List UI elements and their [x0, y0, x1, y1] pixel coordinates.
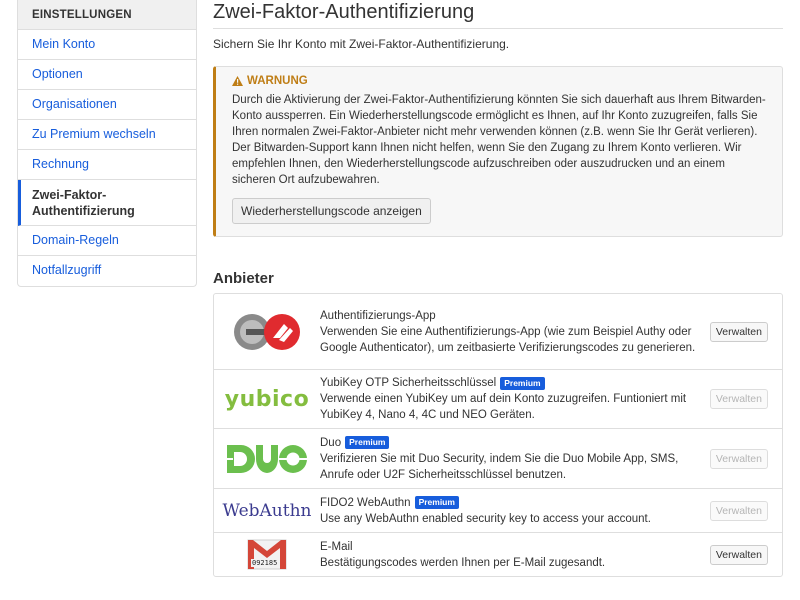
- sidebar-item-my-account[interactable]: Mein Konto: [18, 30, 196, 60]
- duo-logo: [214, 444, 320, 473]
- premium-badge: Premium: [345, 436, 390, 449]
- sidebar-item-domain-rules[interactable]: Domain-Regeln: [18, 226, 196, 256]
- provider-name: YubiKey OTP Sicherheitsschlüssel: [320, 377, 497, 389]
- provider-info: YubiKey OTP Sicherheitsschlüssel Premium…: [320, 375, 710, 423]
- provider-name: Duo: [320, 436, 342, 449]
- provider-description: Verwende einen YubiKey um auf dein Konto…: [320, 393, 687, 421]
- provider-yubikey: yubico YubiKey OTP Sicherheitsschlüssel …: [214, 370, 782, 429]
- authenticator-logo: [214, 312, 320, 352]
- provider-description: Bestätigungscodes werden Ihnen per E-Mai…: [320, 556, 606, 569]
- sidebar-header: EINSTELLUNGEN: [18, 0, 196, 30]
- provider-info: Duo Premium Verifizieren Sie mit Duo Sec…: [320, 435, 710, 483]
- providers-title: Anbieter: [213, 270, 274, 287]
- sidebar-item-options[interactable]: Optionen: [18, 60, 196, 90]
- manage-email-button[interactable]: Verwalten: [709, 544, 768, 565]
- manage-webauthn-button[interactable]: Verwalten: [709, 500, 768, 521]
- provider-duo: Duo Premium Verifizieren Sie mit Duo Sec…: [214, 429, 782, 489]
- provider-authenticator: Authentifizierungs-App Verwenden Sie ein…: [214, 294, 782, 370]
- authenticator-app-icon: [234, 313, 300, 350]
- provider-description: Use any WebAuthn enabled security key to…: [320, 512, 651, 525]
- provider-description: Verifizieren Sie mit Duo Security, indem…: [320, 452, 679, 481]
- duo-logo-icon: [227, 444, 307, 473]
- email-code-text: 092185: [251, 559, 279, 567]
- warning-body: Durch die Aktivierung der Zwei-Faktor-Au…: [232, 94, 766, 186]
- sidebar-item-billing[interactable]: Rechnung: [18, 150, 196, 180]
- webauthn-logo-text: WebAuthn: [222, 500, 312, 521]
- provider-name: FIDO2 WebAuthn: [320, 496, 411, 509]
- manage-duo-button[interactable]: Verwalten: [709, 448, 768, 469]
- warning-title: WARNUNG: [232, 75, 767, 87]
- yubico-logo: yubico: [214, 387, 320, 412]
- provider-description: Verwenden Sie eine Authentifizierungs-Ap…: [320, 325, 696, 354]
- warning-callout: WARNUNG Durch die Aktivierung der Zwei-F…: [213, 66, 783, 237]
- sidebar-item-organizations[interactable]: Organisationen: [18, 90, 196, 120]
- settings-sidebar: EINSTELLUNGEN Mein Konto Optionen Organi…: [17, 0, 197, 287]
- page-title: Zwei-Faktor-Authentifizierung: [213, 0, 783, 29]
- main-content: Zwei-Faktor-Authentifizierung Sichern Si…: [213, 0, 783, 577]
- manage-yubikey-button[interactable]: Verwalten: [709, 389, 768, 409]
- provider-webauthn: WebAuthn FIDO2 WebAuthn Premium Use any …: [214, 489, 782, 533]
- premium-badge: Premium: [500, 376, 545, 390]
- sidebar-item-premium[interactable]: Zu Premium wechseln: [18, 120, 196, 150]
- view-recovery-code-button[interactable]: Wiederherstellungscode anzeigen: [232, 198, 431, 224]
- sidebar-item-emergency-access[interactable]: Notfallzugriff: [18, 256, 196, 286]
- warning-triangle-icon: [232, 76, 243, 86]
- provider-email: 092185 E-Mail Bestätigungscodes werden I…: [214, 533, 782, 576]
- provider-info: Authentifizierungs-App Verwenden Sie ein…: [320, 308, 710, 356]
- page-description: Sichern Sie Ihr Konto mit Zwei-Faktor-Au…: [213, 37, 510, 51]
- premium-badge: Premium: [414, 496, 459, 509]
- webauthn-logo: WebAuthn: [214, 501, 320, 521]
- provider-info: FIDO2 WebAuthn Premium Use any WebAuthn …: [320, 495, 710, 527]
- gmail-envelope-icon: 092185: [247, 539, 287, 570]
- sidebar-item-two-factor[interactable]: Zwei-Faktor-Authentifizierung: [18, 180, 196, 226]
- providers-list: Authentifizierungs-App Verwenden Sie ein…: [213, 293, 783, 577]
- manage-authenticator-button[interactable]: Verwalten: [709, 321, 768, 342]
- provider-name: E-Mail: [320, 540, 353, 553]
- provider-name: Authentifizierungs-App: [320, 309, 436, 322]
- provider-info: E-Mail Bestätigungscodes werden Ihnen pe…: [320, 539, 710, 571]
- yubico-logo-text: yubico: [224, 386, 310, 412]
- email-logo: 092185: [214, 539, 320, 570]
- warning-title-text: WARNUNG: [247, 75, 308, 87]
